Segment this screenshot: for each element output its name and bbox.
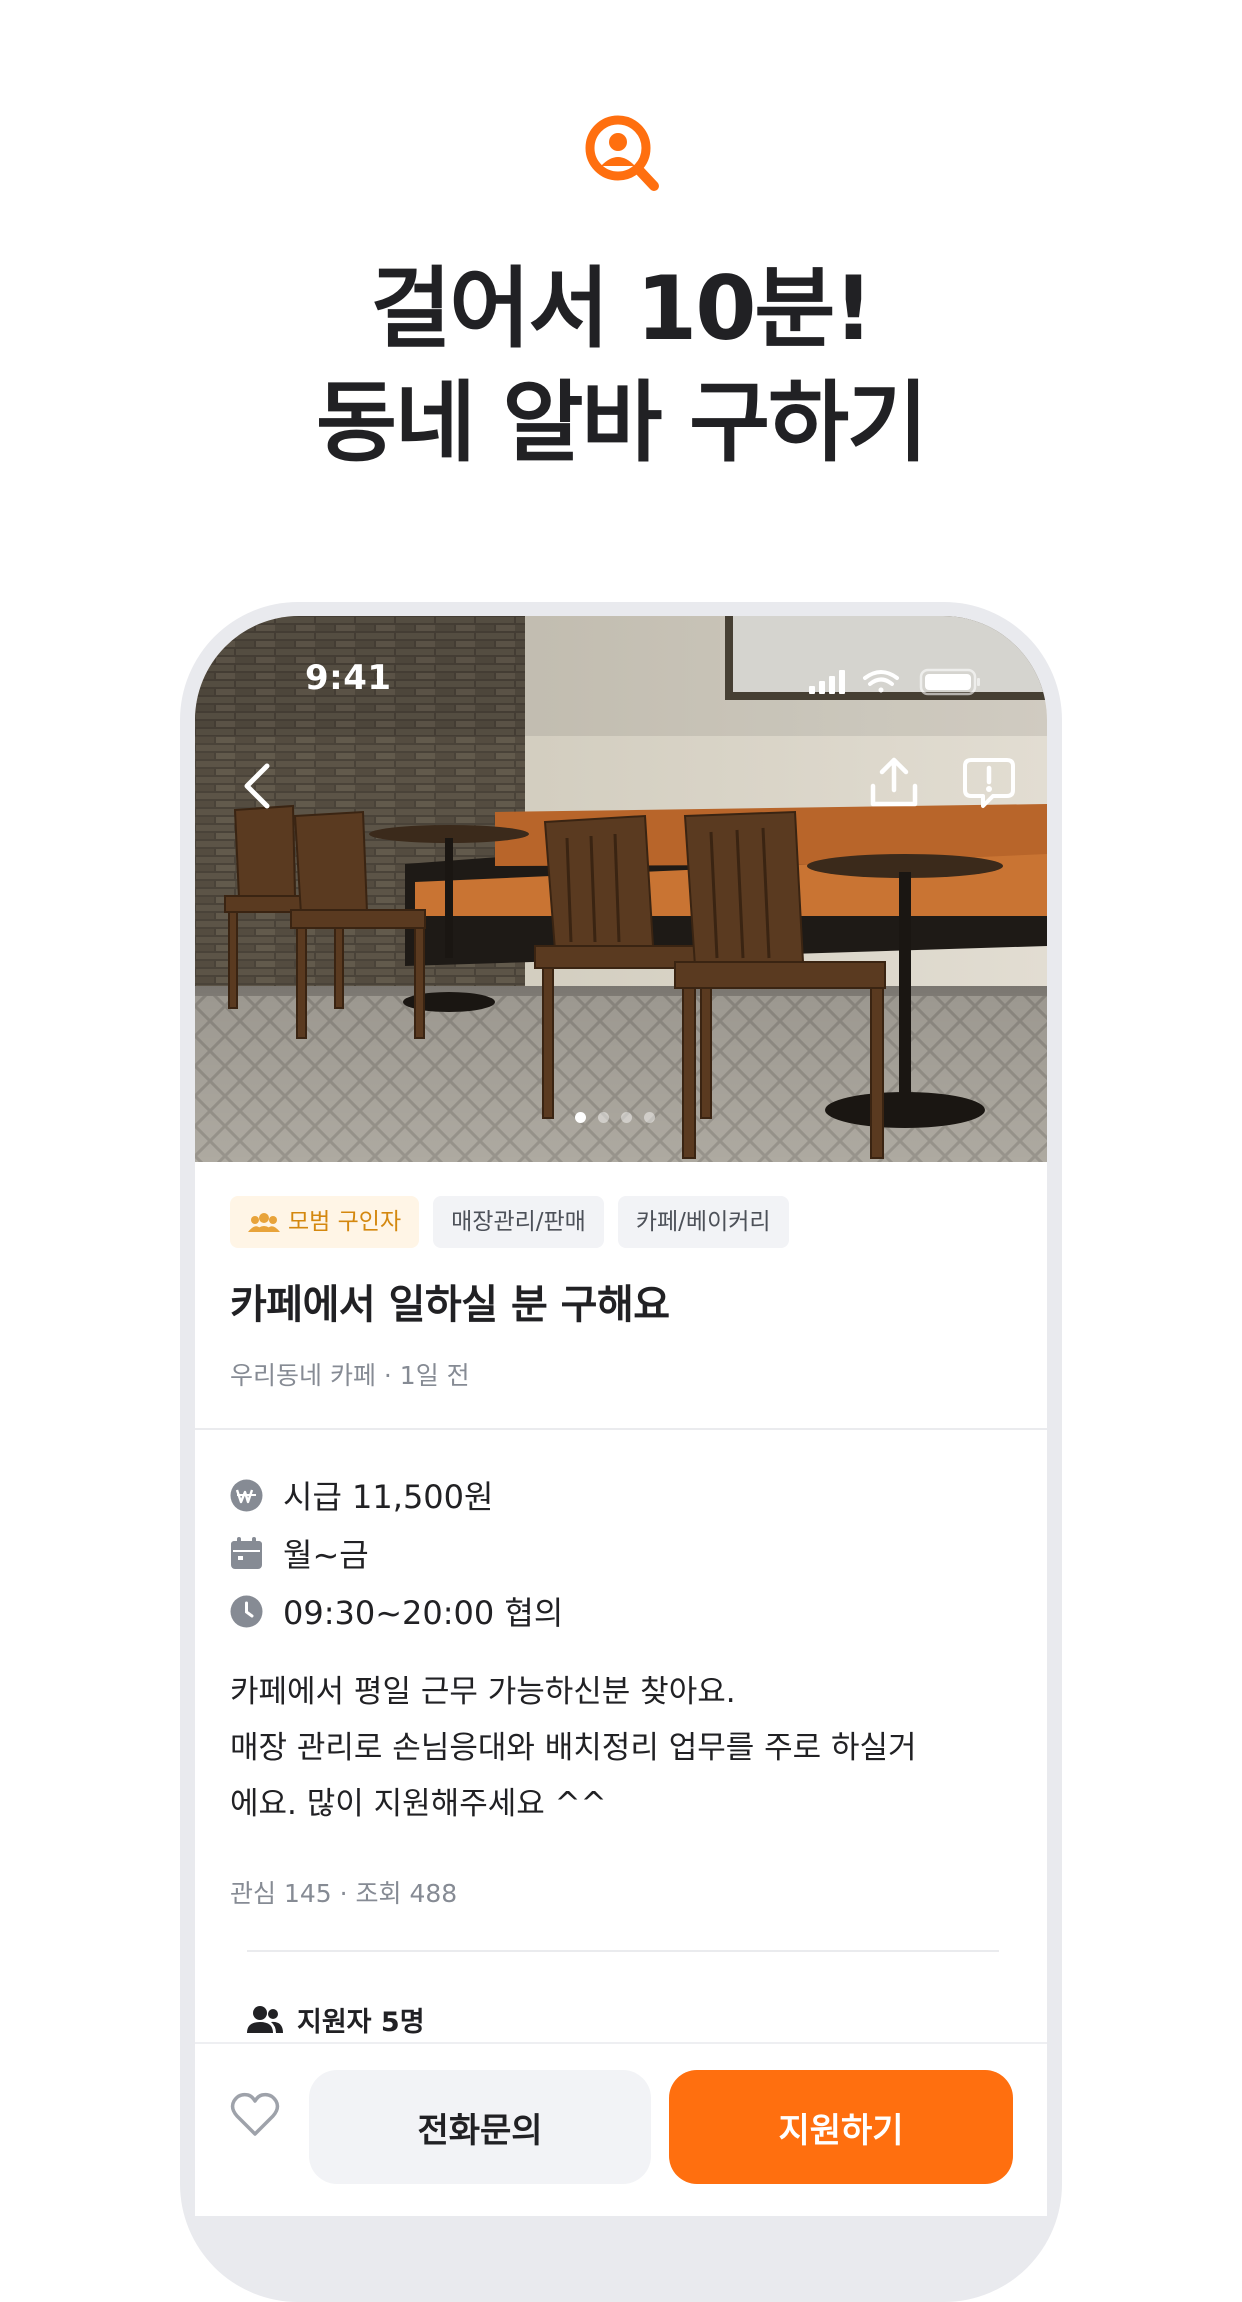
apply-button[interactable]: 지원하기 xyxy=(669,2070,1013,2184)
headline-line-2: 동네 알바 구하기 xyxy=(316,371,928,474)
call-inquiry-button[interactable]: 전화문의 xyxy=(309,2070,651,2184)
signal-icon xyxy=(809,670,845,694)
search-person-icon xyxy=(585,115,659,191)
applicants-label: 지원자 5명 xyxy=(297,2007,425,2038)
tag-list: 모범 구인자 매장관리/판매 카페/베이커리 xyxy=(230,1196,789,1248)
applicants-row[interactable]: 지원자 5명 xyxy=(247,2000,425,2039)
won-coin-icon xyxy=(230,1479,263,1511)
tag-model-employer: 모범 구인자 xyxy=(230,1196,420,1248)
post-stats: 관심 145 · 조회 488 xyxy=(230,1879,458,1908)
description-line: 에요. 많이 지원해주세요 ^^ xyxy=(230,1786,607,1822)
tag-category: 카페/베이커리 xyxy=(617,1196,789,1248)
days-text: 월~금 xyxy=(283,1536,369,1574)
pager-dot xyxy=(598,1112,609,1123)
heart-icon[interactable] xyxy=(230,2092,280,2138)
wage-text: 시급 11,500원 xyxy=(283,1478,494,1516)
wifi-icon xyxy=(863,670,899,693)
job-description: 카페에서 평일 근무 가능하신분 찾아요. 매장 관리로 손님응대와 배치정리 … xyxy=(230,1664,1010,1832)
job-meta: 우리동네 카페 · 1일 전 xyxy=(230,1361,470,1390)
promo-headline: 걸어서 10분! 동네 알바 구하기 xyxy=(0,252,1242,480)
job-title: 카페에서 일하실 분 구해요 xyxy=(230,1282,670,1328)
description-line: 매장 관리로 손님응대와 배치정리 업무를 주로 하실거 xyxy=(230,1730,917,1766)
hours-text: 09:30~20:00 협의 xyxy=(283,1594,564,1632)
calendar-icon xyxy=(231,1536,262,1569)
days-row: 월~금 xyxy=(230,1530,369,1576)
tag-label: 매장관리/판매 xyxy=(451,1209,586,1235)
divider xyxy=(247,1950,999,1952)
photo-pager xyxy=(575,1112,655,1123)
pager-dot xyxy=(644,1112,655,1123)
pager-dot xyxy=(575,1112,586,1123)
battery-icon xyxy=(919,668,980,696)
report-icon[interactable] xyxy=(961,754,1017,810)
people-icon xyxy=(247,2005,283,2033)
pager-dot xyxy=(621,1112,632,1123)
tag-category: 매장관리/판매 xyxy=(433,1196,604,1248)
chevron-left-icon[interactable] xyxy=(235,758,285,814)
people-badge-icon xyxy=(248,1213,280,1232)
divider xyxy=(195,1428,1047,1430)
phone-screen: 9:41 모범 구인자 매장관리/판매 카페/베이커리 카페에서 일하실 분 구… xyxy=(195,616,1047,2216)
wage-row: 시급 11,500원 xyxy=(230,1472,493,1518)
hours-row: 09:30~20:00 협의 xyxy=(230,1588,563,1634)
tag-label: 모범 구인자 xyxy=(288,1209,402,1235)
status-icons xyxy=(809,668,980,696)
status-time: 9:41 xyxy=(305,658,392,698)
share-icon[interactable] xyxy=(867,754,921,810)
tag-label: 카페/베이커리 xyxy=(635,1209,771,1235)
description-line: 카페에서 평일 근무 가능하신분 찾아요. xyxy=(230,1674,736,1710)
clock-icon xyxy=(230,1595,263,1627)
bottom-action-bar: 전화문의 지원하기 xyxy=(195,2042,1047,2216)
headline-line-1: 걸어서 10분! xyxy=(370,257,873,360)
